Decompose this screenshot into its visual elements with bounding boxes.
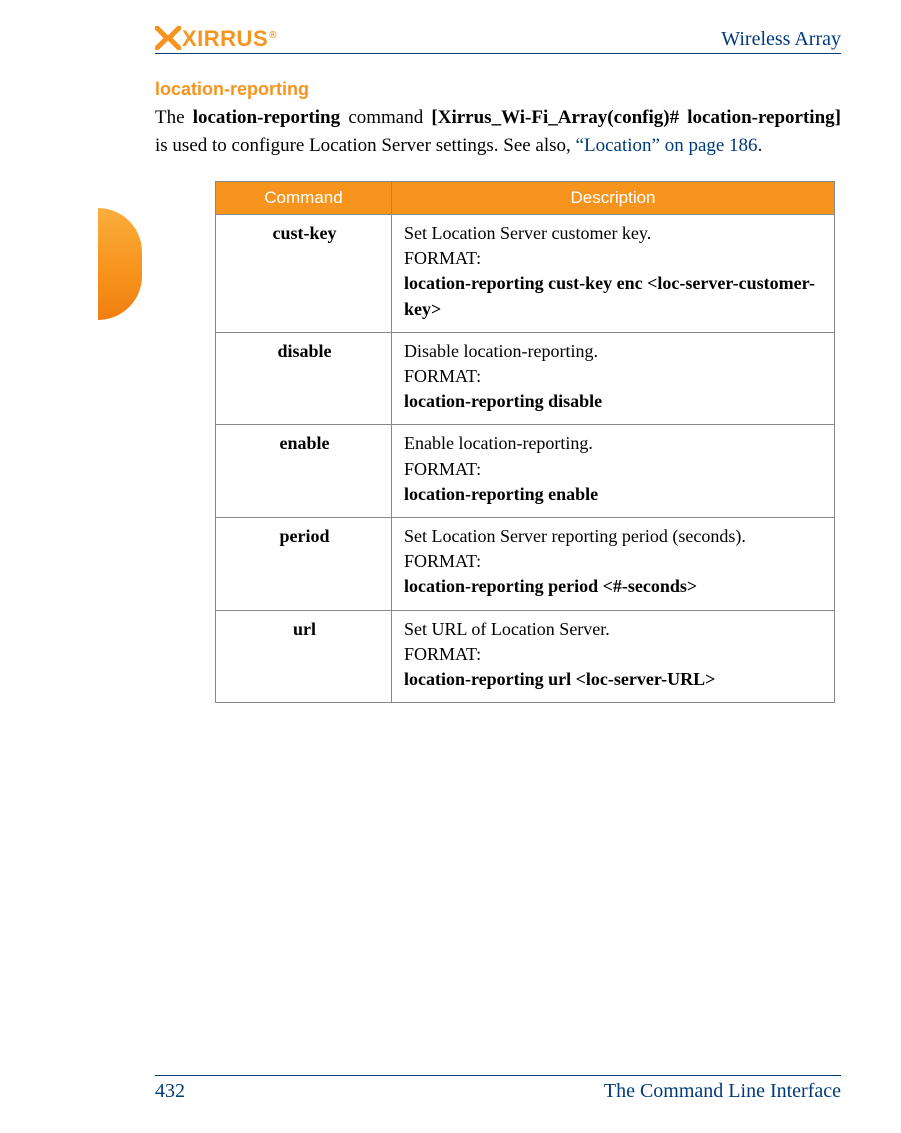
brand-logo: XIRRUS® bbox=[155, 25, 277, 51]
document-title: Wireless Array bbox=[721, 28, 841, 51]
command-desc-cell: Set URL of Location Server. FORMAT: loca… bbox=[392, 610, 835, 703]
para-bold-command: location-reporting bbox=[193, 107, 340, 128]
brand-mark-icon bbox=[155, 26, 181, 50]
para-text: is used to configure Location Server set… bbox=[155, 135, 576, 156]
format-code: location-reporting enable bbox=[404, 482, 824, 507]
para-bold-prompt: [Xirrus_Wi-Fi_Array(config)# location-re… bbox=[431, 107, 841, 128]
brand-logo-text: XIRRUS® bbox=[182, 26, 277, 52]
format-code: location-reporting period <#-seconds> bbox=[404, 574, 824, 599]
command-name-cell: period bbox=[216, 517, 392, 610]
command-desc-cell: Enable location-reporting. FORMAT: locat… bbox=[392, 425, 835, 518]
format-code: location-reporting cust-key enc <loc-ser… bbox=[404, 271, 824, 321]
document-page: XIRRUS® Wireless Array location-reportin… bbox=[0, 0, 901, 1133]
command-name-cell: url bbox=[216, 610, 392, 703]
side-thumb-tab bbox=[98, 208, 142, 320]
command-desc-cell: Set Location Server reporting period (se… bbox=[392, 517, 835, 610]
command-name-cell: disable bbox=[216, 332, 392, 425]
footer-title: The Command Line Interface bbox=[604, 1080, 841, 1103]
para-text: . bbox=[758, 135, 763, 156]
command-description: Set Location Server customer key. bbox=[404, 221, 824, 246]
command-description: Set Location Server reporting period (se… bbox=[404, 524, 824, 549]
table-row: enable Enable location-reporting. FORMAT… bbox=[216, 425, 835, 518]
command-desc-cell: Set Location Server customer key. FORMAT… bbox=[392, 215, 835, 333]
cross-reference-link[interactable]: “Location” on page 186 bbox=[576, 135, 758, 156]
table-row: cust-key Set Location Server customer ke… bbox=[216, 215, 835, 333]
command-table: Command Description cust-key Set Locatio… bbox=[215, 181, 835, 703]
command-description: Set URL of Location Server. bbox=[404, 617, 824, 642]
table-header-row: Command Description bbox=[216, 182, 835, 215]
command-name-cell: enable bbox=[216, 425, 392, 518]
format-code: location-reporting disable bbox=[404, 389, 824, 414]
para-text: command bbox=[340, 107, 431, 128]
section-heading: location-reporting bbox=[155, 79, 841, 100]
page-number: 432 bbox=[155, 1080, 185, 1103]
intro-paragraph: The location-reporting command [Xirrus_W… bbox=[155, 104, 841, 159]
table-row: period Set Location Server reporting per… bbox=[216, 517, 835, 610]
format-label: FORMAT: bbox=[404, 246, 824, 271]
col-header-description: Description bbox=[392, 182, 835, 215]
format-label: FORMAT: bbox=[404, 549, 824, 574]
format-label: FORMAT: bbox=[404, 642, 824, 667]
table-row: url Set URL of Location Server. FORMAT: … bbox=[216, 610, 835, 703]
format-label: FORMAT: bbox=[404, 364, 824, 389]
col-header-command: Command bbox=[216, 182, 392, 215]
page-footer: 432 The Command Line Interface bbox=[155, 1075, 841, 1103]
command-name-cell: cust-key bbox=[216, 215, 392, 333]
command-description: Disable location-reporting. bbox=[404, 339, 824, 364]
format-label: FORMAT: bbox=[404, 457, 824, 482]
table-row: disable Disable location-reporting. FORM… bbox=[216, 332, 835, 425]
format-code: location-reporting url <loc-server-URL> bbox=[404, 667, 824, 692]
command-description: Enable location-reporting. bbox=[404, 431, 824, 456]
para-text: The bbox=[155, 107, 193, 128]
command-desc-cell: Disable location-reporting. FORMAT: loca… bbox=[392, 332, 835, 425]
page-header: XIRRUS® Wireless Array bbox=[155, 25, 841, 54]
